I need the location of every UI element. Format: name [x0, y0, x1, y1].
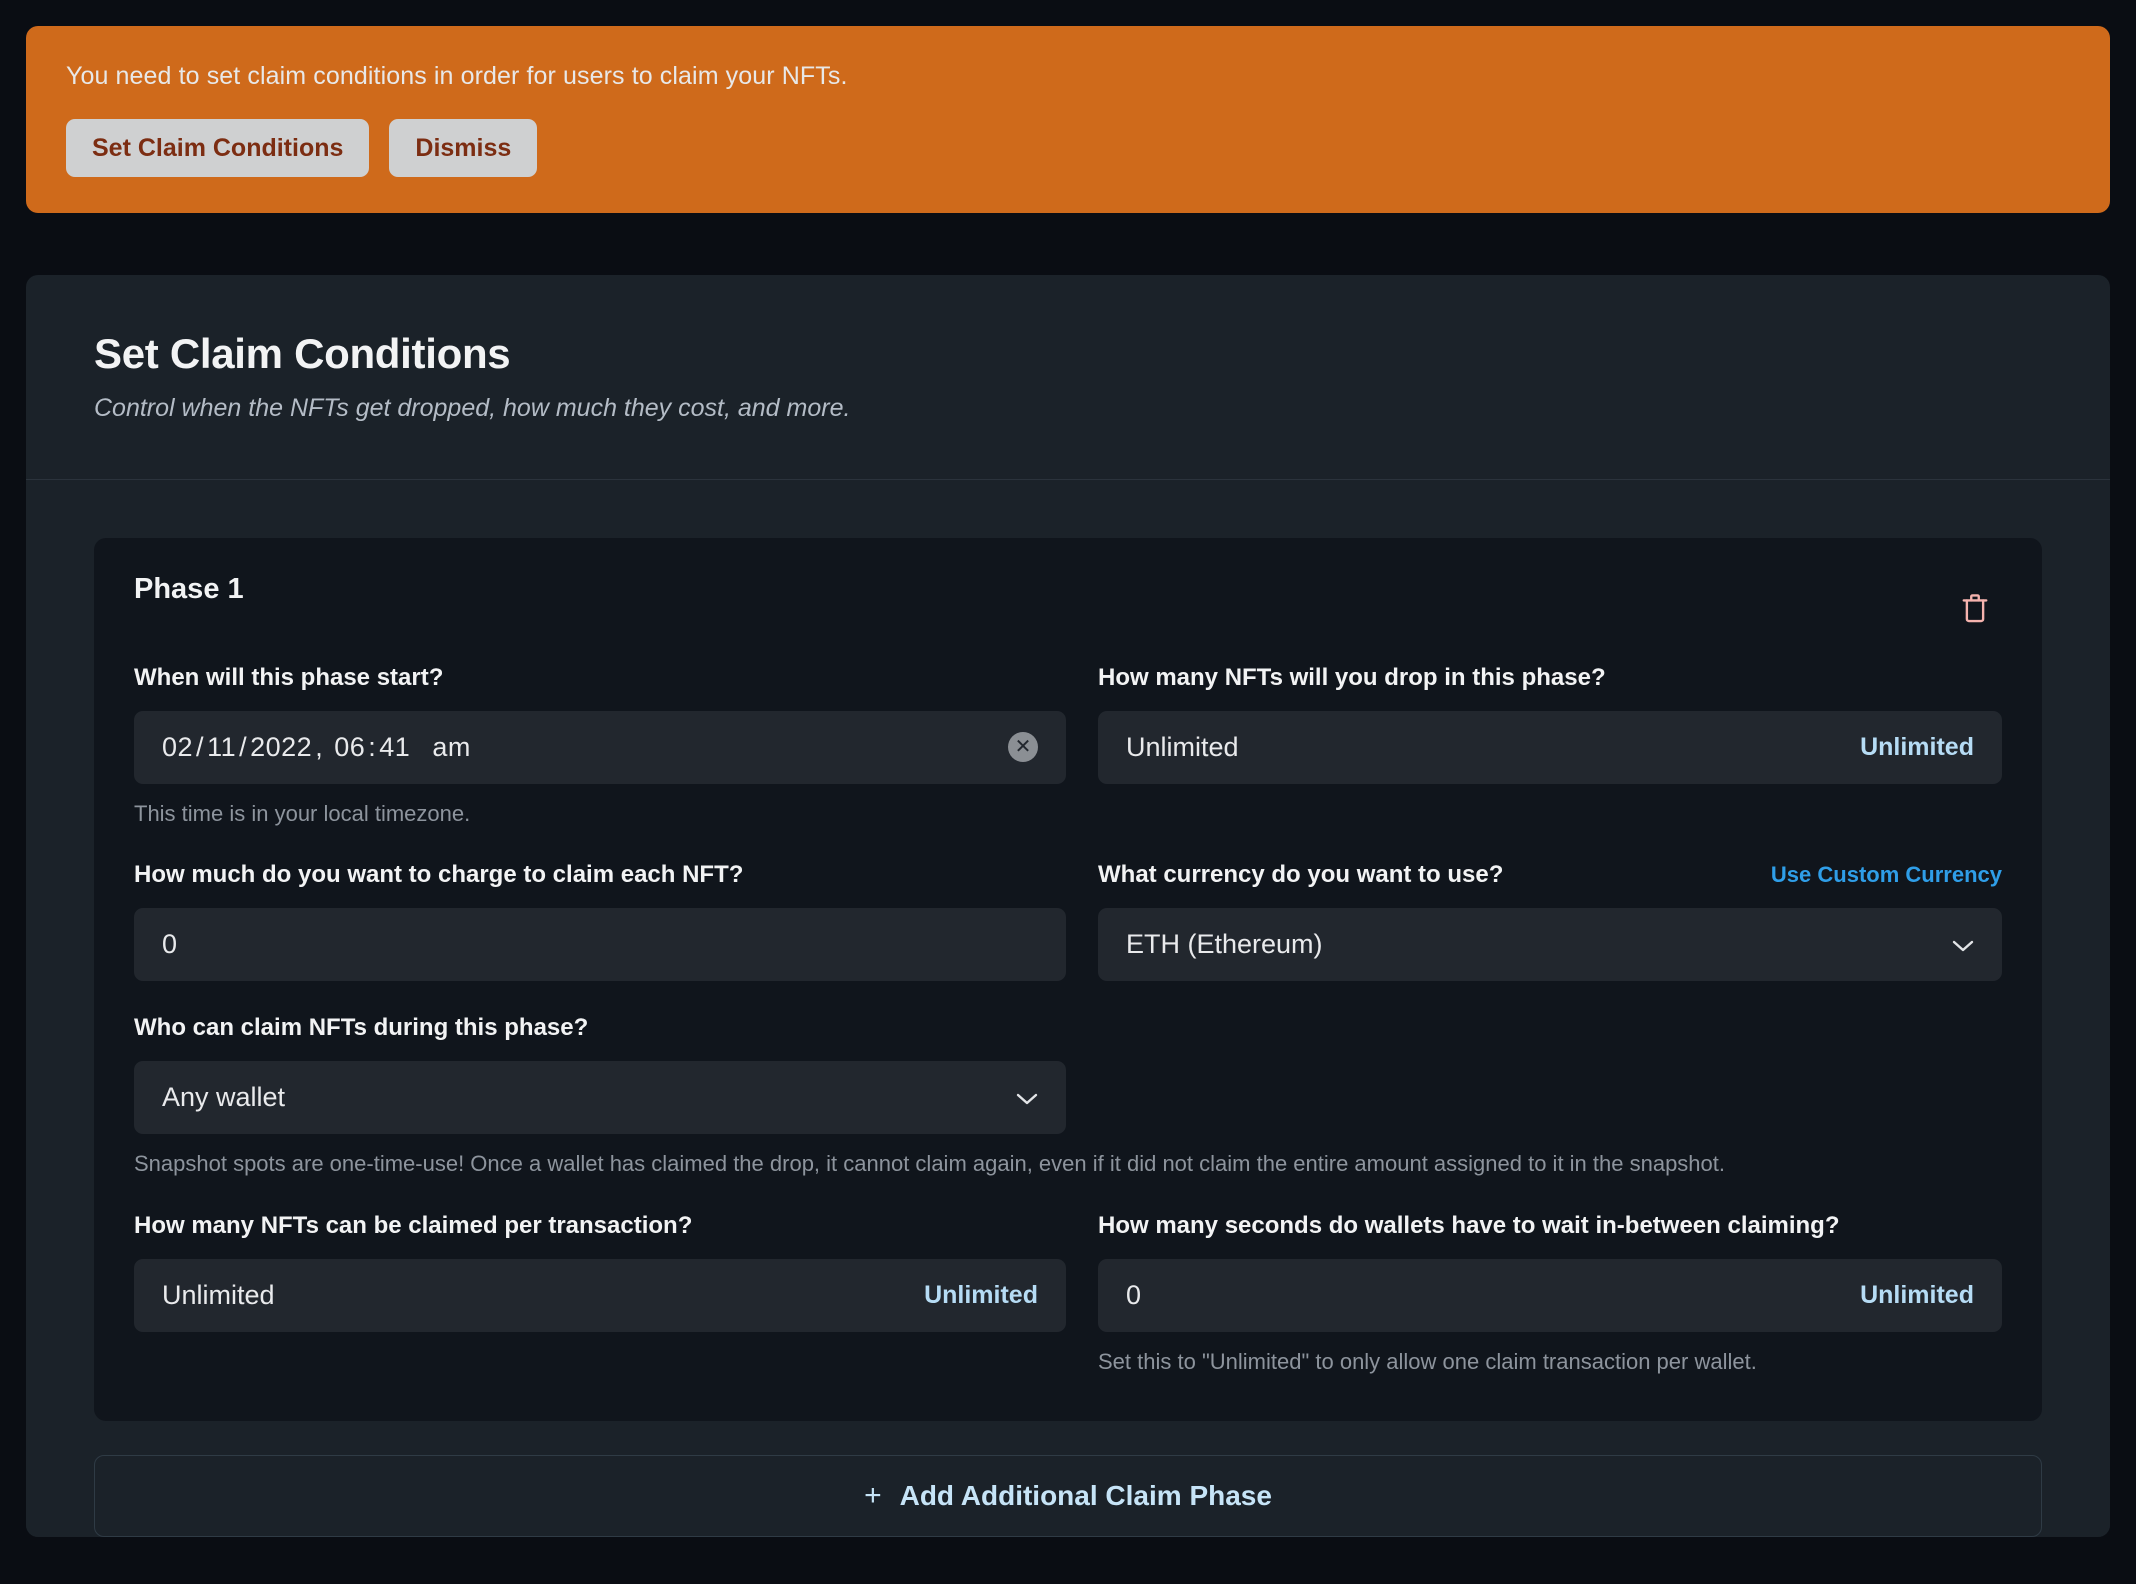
phase-fields-grid: When will this phase start? 02 / 11 / 20…: [134, 631, 2002, 1377]
phase-wait-seconds-input[interactable]: 0 Unlimited: [1098, 1259, 2002, 1332]
phase-title: Phase 1: [134, 572, 244, 607]
trash-icon: [1960, 613, 1990, 628]
label-phase-quantity: How many NFTs will you drop in this phas…: [1098, 663, 1606, 693]
phase-start-month[interactable]: 02: [162, 732, 193, 763]
chevron-down-icon: [1952, 929, 1974, 960]
add-additional-claim-phase-button[interactable]: + Add Additional Claim Phase: [94, 1455, 2042, 1537]
claim-phase-panel: Phase 1: [94, 538, 2042, 1421]
phase-start-year[interactable]: 2022: [250, 732, 312, 763]
page-title: Set Claim Conditions: [94, 330, 2042, 378]
spacer-row-3: [1098, 981, 2002, 1134]
label-row-phase-price: How much do you want to charge to claim …: [134, 860, 1066, 894]
card-body: Phase 1: [26, 480, 2110, 1537]
label-row-phase-quantity: How many NFTs will you drop in this phas…: [1098, 663, 2002, 697]
page-root: You need to set claim conditions in orde…: [0, 0, 2136, 1584]
plus-icon: +: [864, 1481, 882, 1511]
field-phase-who: Who can claim NFTs during this phase? An…: [134, 1013, 1066, 1134]
phase-currency-select[interactable]: ETH (Ethereum): [1098, 908, 2002, 981]
help-phase-who: Snapshot spots are one-time-use! Once a …: [134, 1149, 2002, 1179]
dismiss-button[interactable]: Dismiss: [389, 119, 537, 177]
phase-header: Phase 1: [134, 572, 2002, 631]
phase-start-day[interactable]: 11: [207, 732, 236, 763]
label-phase-start: When will this phase start?: [134, 663, 443, 693]
label-phase-price: How much do you want to charge to claim …: [134, 860, 743, 890]
time-separator: :: [365, 732, 379, 763]
date-comma: ,: [312, 732, 334, 763]
help-phase-wait-seconds: Set this to "Unlimited" to only allow on…: [1098, 1347, 2002, 1377]
phase-quantity-unlimited-button[interactable]: Unlimited: [1860, 733, 1974, 762]
alert-message: You need to set claim conditions in orde…: [66, 60, 2070, 94]
label-row-phase-currency: What currency do you want to use? Use Cu…: [1098, 860, 2002, 894]
phase-start-input[interactable]: 02 / 11 / 2022 , 06 : 41 am ✕: [134, 711, 1066, 784]
phase-per-transaction-unlimited-button[interactable]: Unlimited: [924, 1281, 1038, 1310]
help-phase-start: This time is in your local timezone.: [134, 799, 1066, 829]
page-subtitle: Control when the NFTs get dropped, how m…: [94, 392, 2042, 425]
label-phase-wait-seconds: How many seconds do wallets have to wait…: [1098, 1211, 1840, 1241]
phase-price-input[interactable]: 0: [134, 908, 1066, 981]
phase-price-value[interactable]: 0: [162, 929, 177, 960]
field-phase-currency: What currency do you want to use? Use Cu…: [1098, 860, 2002, 981]
set-claim-conditions-button[interactable]: Set Claim Conditions: [66, 119, 369, 177]
use-custom-currency-link[interactable]: Use Custom Currency: [1771, 862, 2002, 888]
meridiem-space: [410, 732, 432, 763]
claim-conditions-card: Set Claim Conditions Control when the NF…: [26, 275, 2110, 1537]
label-row-phase-start: When will this phase start?: [134, 663, 1066, 697]
phase-currency-value: ETH (Ethereum): [1126, 929, 1323, 960]
alert-actions: Set Claim Conditions Dismiss: [66, 119, 2070, 177]
phase-wait-seconds-value[interactable]: 0: [1126, 1280, 1141, 1311]
delete-phase-button[interactable]: [1954, 586, 1996, 631]
phase-per-transaction-input[interactable]: Unlimited Unlimited: [134, 1259, 1066, 1332]
field-phase-start: When will this phase start? 02 / 11 / 20…: [134, 663, 1066, 829]
label-phase-who: Who can claim NFTs during this phase?: [134, 1013, 588, 1043]
phase-wait-seconds-unlimited-button[interactable]: Unlimited: [1860, 1281, 1974, 1310]
field-phase-price: How much do you want to charge to claim …: [134, 860, 1066, 981]
phase-who-select[interactable]: Any wallet: [134, 1061, 1066, 1134]
phase-per-transaction-value[interactable]: Unlimited: [162, 1280, 275, 1311]
card-header: Set Claim Conditions Control when the NF…: [26, 275, 2110, 480]
close-circle-icon[interactable]: ✕: [1008, 732, 1038, 762]
phase-start-minute[interactable]: 41: [379, 732, 410, 763]
phase-quantity-value[interactable]: Unlimited: [1126, 732, 1239, 763]
add-phase-label: Add Additional Claim Phase: [900, 1480, 1272, 1512]
phase-quantity-input[interactable]: Unlimited Unlimited: [1098, 711, 2002, 784]
claim-conditions-alert: You need to set claim conditions in orde…: [26, 26, 2110, 213]
label-row-phase-who: Who can claim NFTs during this phase?: [134, 1013, 1066, 1047]
label-phase-currency: What currency do you want to use?: [1098, 860, 1503, 890]
chevron-down-icon: [1016, 1082, 1038, 1113]
label-row-phase-wait-seconds: How many seconds do wallets have to wait…: [1098, 1211, 2002, 1245]
date-separator-2: /: [236, 732, 250, 763]
date-separator-1: /: [193, 732, 207, 763]
label-phase-per-transaction: How many NFTs can be claimed per transac…: [134, 1211, 692, 1241]
phase-who-value: Any wallet: [162, 1082, 285, 1113]
field-phase-per-transaction: How many NFTs can be claimed per transac…: [134, 1211, 1066, 1377]
phase-start-meridiem[interactable]: am: [432, 732, 471, 763]
field-phase-quantity: How many NFTs will you drop in this phas…: [1098, 663, 2002, 829]
label-row-phase-per-transaction: How many NFTs can be claimed per transac…: [134, 1211, 1066, 1245]
phase-start-hour[interactable]: 06: [334, 732, 365, 763]
field-phase-wait-seconds: How many seconds do wallets have to wait…: [1098, 1211, 2002, 1377]
